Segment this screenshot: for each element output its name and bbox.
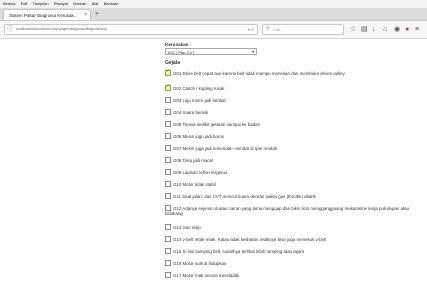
- gejala-label: G17 Motor mati secara mendadak: [173, 273, 240, 278]
- close-tab-icon[interactable]: ×: [84, 10, 87, 20]
- gejala-item[interactable]: G15 Si sisi samping belt, suduthya terli…: [165, 248, 417, 254]
- gejala-checkbox[interactable]: [165, 260, 171, 266]
- search-icon: ⚲: [266, 26, 270, 32]
- gejala-checkbox[interactable]: [165, 145, 171, 151]
- url-bar[interactable]: ⓘ localhost/sistem/index.php/pages/diagn…: [4, 24, 258, 35]
- search-input[interactable]: Cari: [273, 25, 280, 34]
- kerusakan-select[interactable]: K01 | Pan CVT ▼: [165, 48, 257, 55]
- menu-item-berkas[interactable]: Berkas: [3, 1, 15, 6]
- chevron-down-icon: ▼: [251, 50, 255, 54]
- menu-bar: Berkas Edit Tampilan Riwayat Markah Alat…: [0, 0, 427, 8]
- gejala-checkbox[interactable]: [165, 272, 171, 278]
- gejala-item[interactable]: G08 Drep jadi macet: [165, 157, 417, 163]
- gejala-label: G03 Laju motor jadi lambat: [173, 98, 226, 103]
- gejala-checkbox[interactable]: [165, 181, 171, 187]
- gejala-checkbox[interactable]: [165, 133, 171, 139]
- addon-icon[interactable]: ●: [405, 25, 409, 34]
- gejala-label: G02 Clutch / kopling rusak: [173, 86, 225, 91]
- gejala-label: G10 Motor tidak stabil: [173, 182, 216, 187]
- gejala-item[interactable]: G05 Terasa sedikit getaran sampai ke bad…: [165, 121, 417, 127]
- gejala-checkbox[interactable]: [165, 205, 171, 211]
- menu-item-tampilan[interactable]: Tampilan: [33, 1, 49, 6]
- kerusakan-label: Kerusakan :: [165, 42, 192, 47]
- gejala-label: G06 Mesin jugo jadi boros: [173, 134, 225, 139]
- reader-icon[interactable]: ▤: [361, 25, 368, 34]
- star-icon[interactable]: ☆: [350, 25, 356, 34]
- gejala-label: G16 Motor sulit di hidupkan: [173, 261, 227, 266]
- gejala-checkbox[interactable]: [165, 121, 171, 127]
- gejala-checkbox[interactable]: [165, 109, 171, 115]
- gejala-checkbox[interactable]: [165, 157, 171, 163]
- page-content: Kerusakan : K01 | Pan CVT ▼ Gejala G01 D…: [0, 39, 427, 296]
- gejala-checkbox[interactable]: [165, 69, 171, 76]
- gejala-item[interactable]: G09 Lapisan teflon tergerus: [165, 169, 417, 175]
- menu-item-markah[interactable]: Markah: [73, 1, 86, 6]
- new-tab-button[interactable]: +: [95, 9, 99, 20]
- reload-icon[interactable]: ▾ C: [248, 25, 254, 34]
- gejala-item[interactable]: G12 Adanya sejenis oli atau cairan yang …: [165, 205, 417, 217]
- shield-icon[interactable]: ◉: [394, 25, 400, 34]
- gejala-item[interactable]: G14 v-belt retak-retak. Kalau tidak keli…: [165, 236, 417, 242]
- gejala-label: G04 Suara berisik: [173, 110, 209, 115]
- search-bar[interactable]: ⚲ Cari: [262, 24, 344, 35]
- menu-item-bantuan[interactable]: Bantuan: [104, 1, 119, 6]
- home-icon[interactable]: ⌂: [383, 25, 387, 34]
- browser-tab[interactable]: Sistem Pakar Diagnosa Kerusak... ×: [3, 9, 91, 20]
- gejala-checkbox[interactable]: [165, 193, 171, 199]
- gejala-item[interactable]: G03 Laju motor jadi lambat: [165, 97, 417, 103]
- gejala-item[interactable]: G04 Suara berisik: [165, 109, 417, 115]
- gejala-item[interactable]: G10 Motor tidak stabil: [165, 181, 417, 187]
- gejala-checkbox[interactable]: [165, 169, 171, 175]
- gejala-label: G12 Adanya sejenis oli atau cairan yang …: [165, 206, 410, 217]
- gejala-label: G05 Terasa sedikit getaran sampai ke bad…: [173, 122, 261, 127]
- gejala-item[interactable]: G17 Motor mati secara mendadak: [165, 272, 417, 278]
- kerusakan-selected: K01 | Pan CVT: [168, 50, 195, 55]
- gejala-label: G01 Drive belt cepat aus karena belt tid…: [173, 71, 345, 76]
- gejala-item[interactable]: G01 Drive belt cepat aus karena belt tid…: [165, 69, 417, 76]
- gejala-checkbox[interactable]: [165, 97, 171, 103]
- navigation-bar: ⓘ localhost/sistem/index.php/pages/diagn…: [0, 21, 427, 39]
- gejala-item[interactable]: G16 Motor sulit di hidupkan: [165, 260, 417, 266]
- gejala-label: G14 v-belt retak-retak. Kalau tidak keli…: [173, 237, 327, 242]
- menu-item-edit[interactable]: Edit: [21, 1, 28, 6]
- gejala-label: G08 Drep jadi macet: [173, 158, 214, 163]
- download-icon[interactable]: ↓: [372, 25, 376, 34]
- gejala-label: G07 Mesin juga jadi tersendat—sendat di …: [173, 146, 278, 151]
- tab-title: Sistem Pakar Diagnosa Kerusak...: [9, 13, 78, 18]
- menu-item-riwayat[interactable]: Riwayat: [54, 1, 68, 6]
- gejala-checkbox[interactable]: [165, 84, 171, 91]
- gejala-checkbox[interactable]: [165, 248, 171, 254]
- menu-icon[interactable]: ≡: [415, 25, 419, 34]
- url-text[interactable]: localhost/sistem/index.php/pages/diagnos…: [16, 25, 107, 34]
- gejala-item[interactable]: G11 Saat jalan, dari CVT muncul suara de…: [165, 193, 417, 199]
- gejala-label: G13 Gas selip: [173, 225, 201, 230]
- gejala-item[interactable]: G06 Mesin jugo jadi boros: [165, 133, 417, 139]
- gejala-checkbox[interactable]: [165, 224, 171, 230]
- gejala-label: G11 Saat jalan, dari CVT muncul suara de…: [173, 194, 316, 199]
- tab-strip: Sistem Pakar Diagnosa Kerusak... × +: [0, 8, 427, 21]
- gejala-label: G09 Lapisan teflon tergerus: [173, 170, 228, 175]
- gejala-checkbox[interactable]: [165, 236, 171, 242]
- gejala-item[interactable]: G07 Mesin juga jadi tersendat—sendat di …: [165, 145, 417, 151]
- menu-item-alat[interactable]: Alat: [92, 1, 99, 6]
- gejala-item[interactable]: G13 Gas selip: [165, 224, 417, 230]
- gejala-title: Gejala: [165, 60, 181, 66]
- gejala-item[interactable]: G02 Clutch / kopling rusak: [165, 84, 417, 91]
- gejala-label: G15 Si sisi samping belt, suduthya terli…: [173, 249, 305, 254]
- site-info-icon[interactable]: ⓘ: [7, 26, 13, 35]
